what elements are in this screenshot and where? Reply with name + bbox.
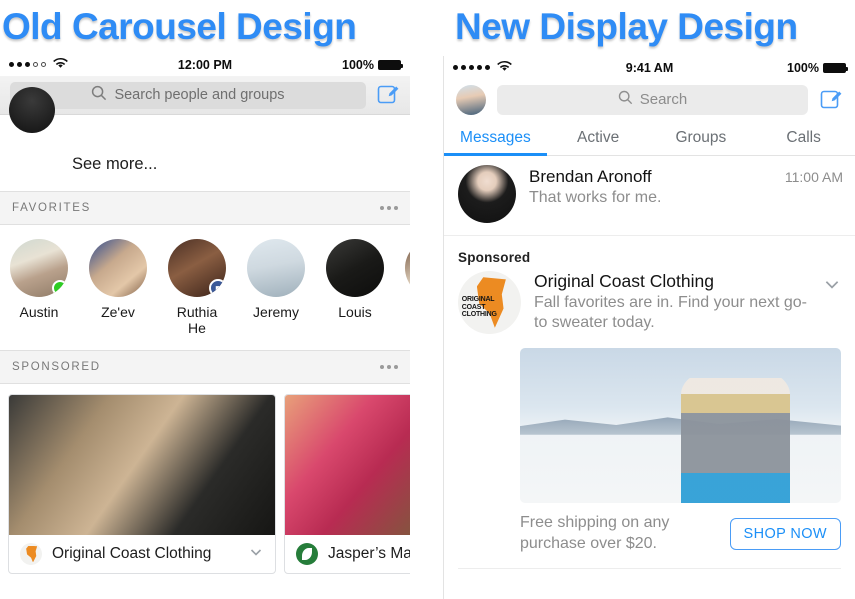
message-sender-name: Brendan Aronoff [529, 167, 652, 186]
search-icon [91, 85, 107, 105]
ad-cta-text: Free shipping on any purchase over $20. [520, 514, 670, 552]
right-panel-title: New Display Design [453, 4, 801, 50]
avatar [405, 239, 410, 297]
old-carousel-design-phone: 12:00 PM 100% Search people and groups S… [0, 53, 410, 599]
right-status-bar: 9:41 AM 100% [444, 56, 855, 79]
advertiser-logo-text: ORIGINAL COAST CLOTHING [461, 296, 497, 318]
tab-bar: Messages Active Groups Calls [444, 120, 855, 156]
left-panel-title: Old Carousel Design [0, 4, 359, 50]
clipped-avatar [9, 87, 55, 133]
tab-messages[interactable]: Messages [444, 120, 547, 156]
compose-icon[interactable] [819, 88, 843, 112]
avatar [247, 239, 305, 297]
search-input[interactable]: Search people and groups [10, 81, 366, 109]
tab-label: Groups [675, 128, 727, 146]
birthday-cake-icon: ■ [209, 279, 226, 297]
favorites-more-icon[interactable] [380, 206, 398, 210]
advertiser-name: Jasper’s Ma [328, 545, 410, 562]
advertiser-logo-icon [296, 543, 318, 565]
avatar [10, 239, 68, 297]
favorite-name: Austin [19, 304, 59, 320]
favorite-item[interactable]: ■ Ruthia He [168, 239, 226, 336]
favorite-item[interactable]: Jeremy [247, 239, 305, 336]
message-list-item[interactable]: Brendan Aronoff That works for me. 11:00… [444, 156, 855, 236]
left-search-row: Search people and groups [0, 76, 410, 115]
tab-label: Calls [786, 128, 821, 146]
wifi-icon [497, 60, 512, 75]
ad-hero-image[interactable] [520, 348, 841, 503]
search-input[interactable]: Search [497, 84, 808, 115]
message-body: Brendan Aronoff That works for me. [529, 165, 772, 223]
favorite-name: Louis [338, 304, 372, 320]
tab-active[interactable]: Active [547, 120, 650, 155]
avatar [326, 239, 384, 297]
favorite-item[interactable]: Louis [326, 239, 384, 336]
avatar [458, 165, 516, 223]
carousel-card[interactable]: Original Coast Clothing [8, 394, 276, 574]
battery-icon [823, 62, 848, 73]
right-signal-indicator [453, 60, 512, 75]
avatar: ■ [168, 239, 226, 297]
advertiser-logo-icon [20, 543, 42, 565]
ad-cta-row: Free shipping on any purchase over $20. … [520, 513, 841, 555]
ad-image [9, 395, 275, 535]
left-battery-percent: 100% [342, 57, 374, 72]
favorites-row[interactable]: Austin Ze'ev ■ Ruthia He Jeremy Louis [0, 225, 410, 336]
signal-dots-icon [9, 62, 46, 67]
search-placeholder: Search people and groups [114, 87, 285, 103]
search-icon [618, 90, 633, 109]
sponsored-carousel[interactable]: Original Coast Clothing Jasper’s Ma [0, 384, 410, 574]
sponsored-label: Sponsored [458, 250, 531, 265]
avatar [89, 239, 147, 297]
carousel-card[interactable]: Jasper’s Ma [284, 394, 410, 574]
tab-label: Messages [460, 128, 531, 146]
chevron-down-icon[interactable] [823, 271, 841, 334]
favorites-section-header: FAVORITES [0, 191, 410, 225]
favorite-item[interactable]: Ze'ev [89, 239, 147, 336]
right-search-row: Search [444, 79, 855, 120]
search-placeholder: Search [639, 91, 688, 108]
sponsored-more-icon[interactable] [380, 365, 398, 369]
see-more-link[interactable]: See more... [72, 155, 157, 174]
favorite-item[interactable]: Austin [10, 239, 68, 336]
left-status-bar: 12:00 PM 100% [0, 53, 410, 76]
sponsored-section-header: SPONSORED [0, 350, 410, 384]
wifi-icon [53, 57, 68, 72]
favorite-name: Ze'ev [101, 304, 135, 320]
card-footer: Original Coast Clothing [9, 535, 275, 573]
favorite-name: Jeremy [253, 304, 299, 320]
ad-header[interactable]: ORIGINAL COAST CLOTHING Original Coast C… [444, 271, 855, 334]
advertiser-logo-icon: ORIGINAL COAST CLOTHING [458, 271, 521, 334]
advertiser-name: Original Coast Clothing [52, 545, 212, 562]
chevron-down-icon[interactable] [248, 544, 264, 565]
ad-advertiser-name: Original Coast Clothing [534, 271, 714, 291]
tab-groups[interactable]: Groups [650, 120, 753, 155]
ad-text-block: Original Coast Clothing Fall favorites a… [534, 271, 810, 334]
message-preview: That works for me. [529, 189, 662, 206]
right-battery-percent: 100% [787, 60, 819, 75]
new-display-design-phone: 9:41 AM 100% Search Messages Active Grou… [443, 56, 855, 599]
shop-now-button[interactable]: SHOP NOW [729, 517, 841, 550]
card-footer: Jasper’s Ma [285, 535, 410, 573]
compose-icon[interactable] [376, 83, 400, 107]
tab-calls[interactable]: Calls [752, 120, 855, 155]
signal-dots-icon [453, 65, 490, 70]
tab-label: Active [577, 128, 620, 146]
divider [458, 567, 841, 569]
comparison-screenshot: Old Carousel Design New Display Design 1… [0, 0, 855, 599]
battery-icon [378, 59, 403, 70]
sponsored-label: SPONSORED [12, 361, 101, 373]
right-battery-indicator: 100% [787, 60, 848, 75]
favorite-name: Ruthia He [176, 304, 218, 336]
online-badge-icon [52, 280, 68, 296]
ad-body-text: Fall favorites are in. Find your next go… [534, 294, 808, 332]
favorite-item-partial[interactable] [405, 239, 410, 336]
ad-image [285, 395, 410, 535]
message-timestamp: 11:00 AM [784, 169, 843, 185]
favorites-label: FAVORITES [12, 202, 91, 214]
see-more-section: See more... [0, 87, 410, 191]
left-signal-indicator [9, 57, 68, 72]
left-battery-indicator: 100% [342, 57, 403, 72]
profile-avatar[interactable] [456, 84, 486, 115]
